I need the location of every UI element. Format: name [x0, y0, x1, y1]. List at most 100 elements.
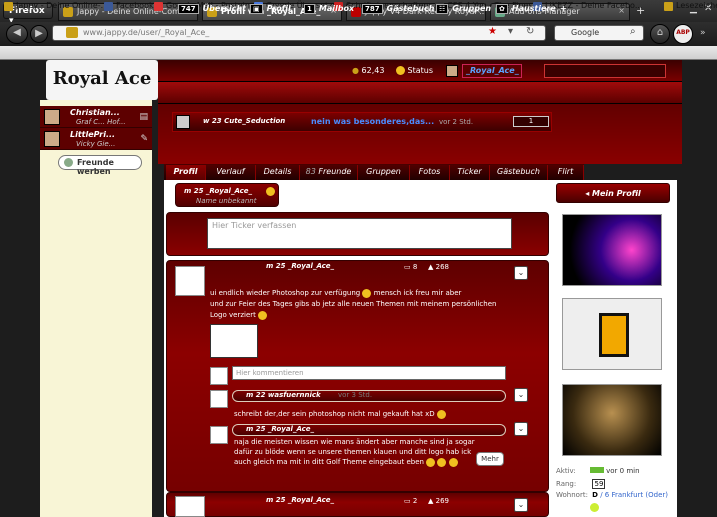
comment-icon: ▭ [404, 263, 411, 271]
smiley-icon [266, 187, 275, 196]
tab-fotos[interactable]: Fotos [410, 165, 450, 180]
likes-count[interactable]: ▲ 268 [428, 262, 449, 272]
avatar[interactable] [446, 65, 458, 77]
info-value: vor 0 min [606, 467, 640, 475]
bookmarks-menu[interactable]: Lesezeichen [664, 1, 717, 13]
post-image[interactable] [210, 324, 258, 358]
forward-button[interactable]: ▶ [30, 25, 48, 43]
status-button[interactable]: Status [396, 66, 433, 75]
nav-label: Übersicht [202, 4, 246, 13]
username-text: _Royal_Ace_ [466, 66, 519, 75]
nav-label: Gästebuch [386, 4, 435, 13]
rang-row: Rang: 59 [556, 479, 606, 489]
info-label: Rang: [556, 480, 577, 488]
comment-menu-button[interactable]: ⌄ [514, 388, 528, 402]
profile-photo[interactable] [562, 298, 662, 370]
post-author[interactable]: m 25 _Royal_Ace_ [266, 262, 334, 270]
latest-message-bar[interactable]: w 23 Cute_Seduction nein was besonderes,… [172, 112, 552, 132]
gmail-icon [154, 2, 163, 11]
bookmark-label: Lesezeichen [676, 1, 717, 10]
more-label: Mehr [481, 455, 499, 463]
comment-icon: ▭ [404, 497, 411, 505]
ticker-input[interactable]: Hier Ticker verfassen [207, 218, 512, 249]
tab-gruppen[interactable]: Gruppen [358, 165, 410, 180]
tab-freunde[interactable]: 83 Freunde [300, 165, 358, 180]
menu-chevron-icon[interactable]: » [700, 28, 706, 38]
facebook-icon [104, 2, 113, 11]
avatar[interactable] [175, 496, 205, 517]
avatar[interactable] [210, 426, 228, 444]
profile-photo[interactable] [562, 214, 662, 286]
info-label: Aktiv: [556, 467, 576, 475]
nav-mailbox[interactable]: 1 Mailbox [304, 4, 354, 18]
avatar[interactable] [175, 266, 205, 296]
site-search-input[interactable] [544, 64, 666, 78]
profile-button-label: Mein Profil [592, 189, 641, 198]
tab-ticker[interactable]: Ticker [450, 165, 490, 180]
url-bar[interactable]: www.jappy.de/user/_Royal_Ace_ [52, 25, 546, 41]
site-favicon-icon [66, 27, 78, 38]
main-nav [158, 82, 682, 104]
mein-profil-button[interactable]: ◂ Mein Profil [556, 183, 670, 203]
post-menu-button[interactable]: ⌄ [514, 266, 528, 280]
reload-icon[interactable]: ↻ [526, 26, 534, 37]
smiley-icon [426, 457, 436, 467]
tab-flirt[interactable]: Flirt [548, 165, 584, 180]
nav-haustiere[interactable]: ✿ Haustiere [496, 4, 556, 18]
city-link[interactable]: / 6 Frankfurt (Oder) [600, 491, 668, 499]
nav-more[interactable]: + [560, 4, 567, 18]
nav-gaestebuch[interactable]: 787 Gästebuch [362, 4, 434, 18]
comment-author[interactable]: m 22 wasfuernnick [246, 391, 321, 399]
friend-item[interactable]: Christian... Graf C... Hof... ▤ [40, 106, 152, 128]
username-link[interactable]: _Royal_Ace_ [462, 64, 522, 78]
home-icon[interactable]: ⌂ [650, 24, 670, 44]
avatar [210, 367, 228, 385]
smiley-icon [437, 457, 447, 467]
tab-profil[interactable]: Profil [166, 165, 206, 180]
comment-menu-button[interactable]: ⌄ [514, 422, 528, 436]
comment-time: vor 3 Std. [338, 391, 373, 399]
comment-input[interactable]: Hier kommentieren [232, 366, 506, 380]
post-text-part: Logo verziert [210, 311, 256, 319]
profile-icon: ▣ [250, 4, 263, 14]
comments-count[interactable]: ▭ 8 [404, 262, 417, 272]
bookmark-star-icon[interactable]: ★ [488, 26, 497, 37]
freunde-werben-button[interactable]: Freunde werben [58, 155, 142, 176]
avatar [44, 131, 60, 147]
dropdown-icon[interactable]: ▾ [508, 26, 513, 37]
tab-gaestebuch[interactable]: Gästebuch [490, 165, 548, 180]
tab-details[interactable]: Details [256, 165, 300, 180]
comment-text: schreibt der,der sein photoshop nicht ma… [234, 409, 446, 419]
search-icon[interactable]: ⌕ [630, 26, 636, 37]
online-bar-icon [589, 467, 604, 473]
nav-gruppen[interactable]: ☷ Gruppen [436, 4, 491, 18]
post-author[interactable]: m 25 _Royal_Ace_ [266, 496, 334, 504]
device-icon: ▤ [139, 112, 148, 122]
more-button[interactable]: Mehr [476, 452, 504, 466]
aktiv-row: Aktiv: vor 0 min [556, 467, 640, 475]
profile-photo[interactable] [562, 384, 662, 456]
friend-item[interactable]: LittlePri... Vicky Gie... ✎ [40, 128, 152, 150]
likes-count[interactable]: ▲ 269 [428, 496, 449, 506]
comment-author[interactable]: m 25 _Royal_Ace_ [246, 425, 314, 433]
message-time: vor 2 Std. [439, 118, 474, 126]
tab-label: Fotos [418, 167, 441, 176]
edit-icon: ✎ [140, 134, 148, 144]
bookmark-item[interactable]: Jappy - Deine Online-... [4, 1, 108, 13]
comment-text: dafür zu blöde wenn se unsere themen kla… [234, 448, 472, 456]
avatar[interactable] [210, 390, 228, 408]
adblock-icon[interactable]: ABP [673, 24, 693, 44]
back-button[interactable]: ◀ [6, 24, 28, 44]
nav-uebersicht[interactable]: 747 Übersicht [178, 4, 246, 18]
bookmark-item[interactable]: Facebook [104, 1, 154, 13]
coins-display[interactable]: ● 62,43 [352, 66, 384, 75]
post-text-part: mensch ick freu mir aber [373, 289, 462, 297]
comments-count[interactable]: ▭ 2 [404, 496, 417, 506]
post-menu-button[interactable]: ⌄ [514, 498, 528, 512]
nav-profil[interactable]: ▣ Profil [250, 4, 291, 18]
site-logo[interactable]: Royal Ace [46, 60, 158, 100]
smiley-icon [590, 503, 599, 512]
coin-icon: ● [352, 66, 359, 75]
message-count[interactable]: 1 [513, 116, 549, 127]
tab-verlauf[interactable]: Verlauf [206, 165, 256, 180]
